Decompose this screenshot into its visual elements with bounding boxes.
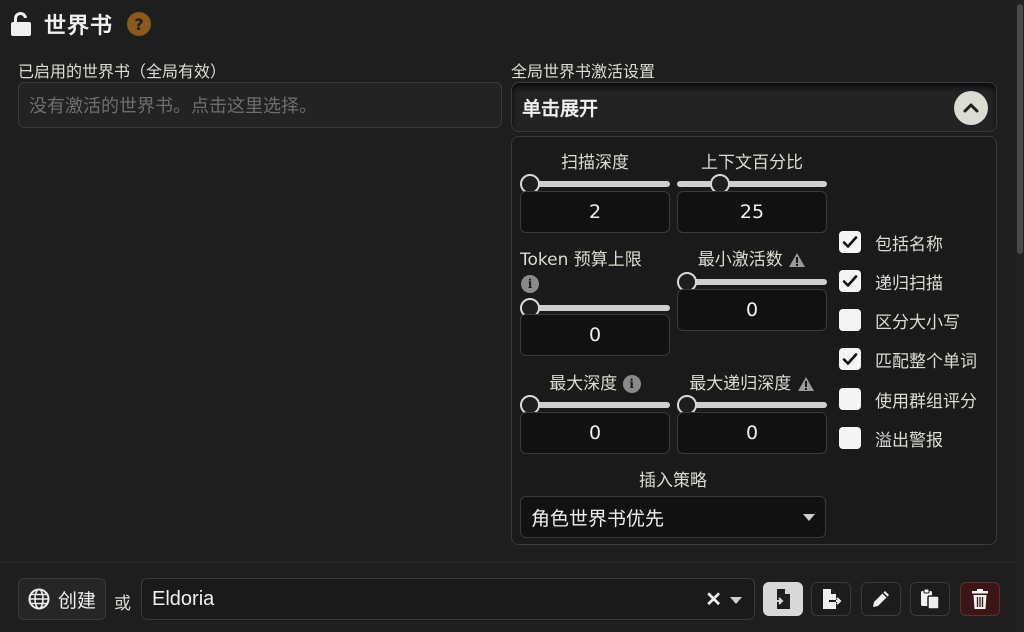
checkbox-row[interactable]: 包括名称 (839, 230, 943, 255)
drawer-title: 单击展开 (522, 97, 599, 120)
checkbox-label: 匹配整个单词 (875, 351, 977, 372)
unlock-icon[interactable] (10, 11, 32, 37)
rename-button[interactable] (861, 582, 901, 616)
checkbox-label: 递归扫描 (875, 273, 943, 294)
checkbox-label: 区分大小写 (875, 312, 960, 333)
settings-drawer-toggle[interactable]: 单击展开 (511, 82, 997, 132)
min-activations-input[interactable]: 0 (677, 289, 827, 331)
selected-book: Eldoria (152, 587, 215, 610)
world-book-select[interactable]: Eldoria ✕ (141, 578, 755, 620)
checkbox-label: 溢出警报 (875, 430, 943, 451)
max-depth-label-group: 最大深度 i (520, 369, 670, 394)
insertion-strategy-label: 插入策略 (639, 471, 707, 491)
or-label: 或 (114, 594, 131, 614)
checkmark-icon (842, 275, 858, 287)
checkbox-row[interactable]: 区分大小写 (839, 308, 960, 333)
file-import-icon (773, 589, 790, 609)
import-button[interactable] (763, 582, 803, 616)
max-recursion-label-group: 最大递归深度 (677, 369, 827, 394)
checkmark-icon (842, 236, 858, 248)
checkbox-label: 使用群组评分 (875, 391, 977, 412)
pencil-icon (873, 591, 889, 607)
insertion-strategy-value: 角色世界书优先 (531, 507, 665, 530)
trash-icon (972, 589, 988, 609)
globe-icon (28, 588, 50, 610)
max-depth-label: 最大深度 (549, 374, 618, 394)
header: 世界书 ? (10, 6, 152, 42)
info-icon[interactable]: i (622, 375, 641, 393)
warning-icon[interactable] (797, 376, 815, 392)
scan-depth-input[interactable]: 2 (520, 191, 670, 233)
checkbox-row[interactable]: 递归扫描 (839, 269, 943, 294)
context-percent-label: 上下文百分比 (701, 153, 803, 173)
export-button[interactable] (811, 582, 851, 616)
checkbox-row[interactable]: 溢出警报 (839, 426, 943, 451)
checkbox-label: 包括名称 (875, 234, 943, 255)
global-settings-label: 全局世界书激活设置 (511, 62, 656, 81)
info-icon[interactable]: i (521, 273, 539, 293)
checkbox-unchecked[interactable] (839, 388, 861, 410)
checkbox-unchecked[interactable] (839, 427, 861, 449)
active-books-label: 已启用的世界书（全局有效） (18, 62, 227, 81)
checkmark-icon (842, 353, 858, 365)
caret-down-icon (803, 514, 815, 521)
caret-down-icon[interactable] (730, 597, 742, 604)
checkbox-row[interactable]: 使用群组评分 (839, 387, 977, 412)
page-title: 世界书 (44, 14, 114, 39)
token-budget-input[interactable]: 0 (520, 314, 670, 356)
checkbox-row[interactable]: 匹配整个单词 (839, 347, 977, 372)
checkbox-unchecked[interactable] (839, 309, 861, 331)
max-depth-input[interactable]: 0 (520, 412, 670, 454)
delete-button[interactable] (960, 582, 1000, 616)
clear-icon[interactable]: ✕ (705, 587, 722, 612)
scrollbar-thumb[interactable] (1017, 4, 1023, 254)
duplicate-button[interactable] (910, 582, 950, 616)
token-budget-label: Token 预算上限 (520, 250, 642, 270)
checkbox-checked[interactable] (839, 270, 861, 292)
create-button[interactable]: 创建 (18, 578, 106, 620)
scan-depth-label: 扫描深度 (561, 153, 629, 173)
active-books-placeholder: 没有激活的世界书。点击这里选择。 (29, 96, 317, 117)
paste-icon (921, 588, 940, 610)
create-label: 创建 (57, 589, 96, 612)
min-activations-label-group: 最小激活数 (677, 245, 827, 270)
min-activations-label: 最小激活数 (697, 250, 783, 270)
max-recursion-depth-label: 最大递归深度 (689, 374, 792, 394)
checkbox-checked[interactable] (839, 231, 861, 253)
warning-icon[interactable] (788, 252, 806, 268)
chevron-up-icon[interactable] (954, 91, 988, 125)
file-export-icon (823, 589, 842, 609)
max-recursion-depth-input[interactable]: 0 (677, 412, 827, 454)
checkbox-checked[interactable] (839, 348, 861, 370)
active-books-selector[interactable]: 没有激活的世界书。点击这里选择。 (18, 82, 502, 128)
insertion-strategy-select[interactable]: 角色世界书优先 (520, 496, 826, 538)
help-icon[interactable]: ? (127, 12, 152, 36)
divider (0, 562, 1024, 563)
scrollbar[interactable] (1016, 0, 1024, 632)
context-percent-input[interactable]: 25 (677, 191, 827, 233)
